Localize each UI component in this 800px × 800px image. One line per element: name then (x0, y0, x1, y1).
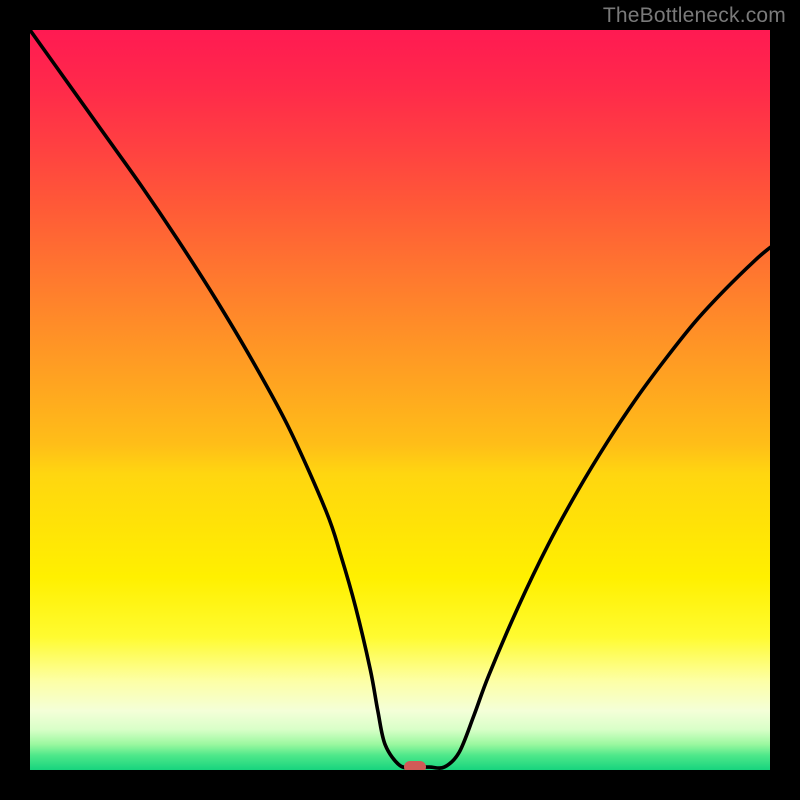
chart-frame: TheBottleneck.com (0, 0, 800, 800)
bottleneck-curve (30, 30, 770, 770)
plot-area (30, 30, 770, 770)
curve-path (30, 30, 770, 768)
watermark-text: TheBottleneck.com (603, 4, 786, 28)
minimum-marker (404, 761, 426, 770)
